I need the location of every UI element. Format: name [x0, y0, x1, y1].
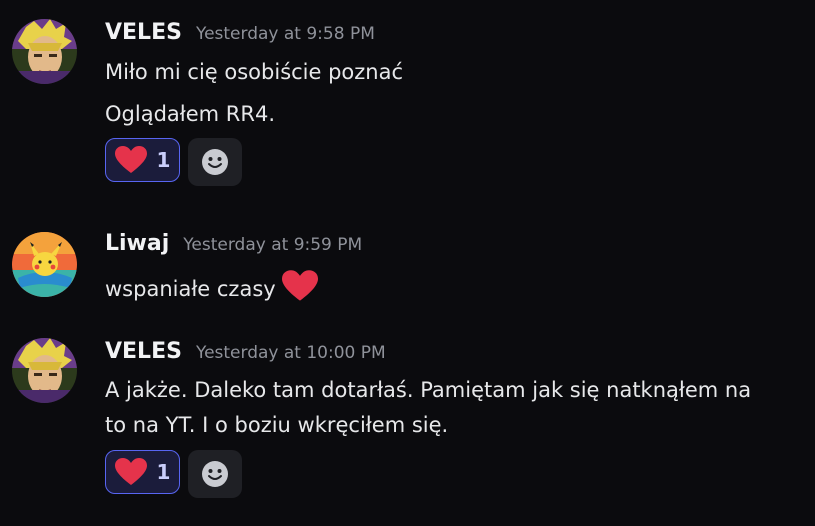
username[interactable]: Liwaj	[105, 231, 169, 256]
message-text: A jakże. Daleko tam dotarłaś. Pamiętam j…	[105, 378, 752, 402]
message-header: VELES Yesterday at 9:58 PM	[105, 20, 375, 45]
avatar[interactable]	[12, 338, 77, 403]
add-reaction-button[interactable]	[188, 450, 242, 498]
reaction-heart[interactable]: 1	[105, 450, 180, 494]
message-header: Liwaj Yesterday at 9:59 PM	[105, 231, 362, 256]
message-text: Oglądałem RR4.	[105, 102, 275, 126]
message-text: wspaniałe czasy	[105, 270, 318, 302]
reaction-count: 1	[156, 460, 171, 484]
smiley-icon	[202, 149, 228, 175]
username[interactable]: VELES	[105, 20, 182, 45]
message-text: to na YT. I o boziu wkręciłem się.	[105, 413, 449, 437]
reactions-bar: 1	[105, 450, 242, 498]
reaction-count: 1	[156, 148, 171, 172]
heart-icon	[114, 146, 147, 173]
avatar[interactable]	[12, 19, 77, 84]
timestamp[interactable]: Yesterday at 9:59 PM	[183, 235, 362, 255]
reaction-heart[interactable]: 1	[105, 138, 180, 182]
heart-icon	[114, 458, 147, 485]
add-reaction-button[interactable]	[188, 138, 242, 186]
timestamp[interactable]: Yesterday at 10:00 PM	[196, 343, 386, 363]
avatar[interactable]	[12, 232, 77, 297]
smiley-icon	[202, 461, 228, 487]
message-text: Miło mi cię osobiście poznać	[105, 60, 404, 84]
timestamp[interactable]: Yesterday at 9:58 PM	[196, 24, 375, 44]
heart-icon	[281, 270, 318, 301]
reactions-bar: 1	[105, 138, 242, 186]
username[interactable]: VELES	[105, 339, 182, 364]
message-text-content: wspaniałe czasy	[105, 277, 276, 301]
message-header: VELES Yesterday at 10:00 PM	[105, 339, 386, 364]
